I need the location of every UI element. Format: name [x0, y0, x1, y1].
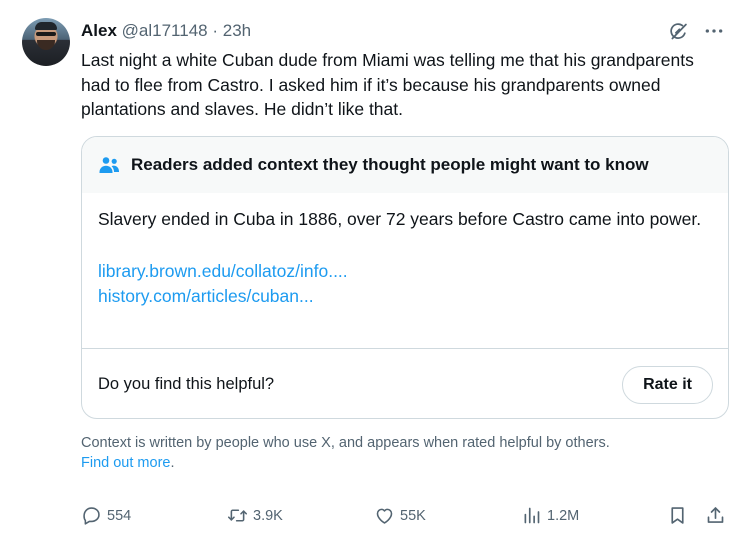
views-icon [524, 507, 540, 524]
context-text: Context is written by people who use X, … [81, 435, 610, 451]
avatar[interactable] [22, 18, 70, 66]
avatar-glasses [36, 32, 56, 36]
note-title: Readers added context they thought peopl… [131, 155, 649, 174]
avatar-cap [35, 22, 57, 30]
note-header: Readers added context they thought peopl… [82, 137, 728, 193]
note-body: Slavery ended in Cuba in 1886, over 72 y… [82, 193, 728, 309]
note-link-2[interactable]: history.com/articles/cuban... [98, 284, 712, 309]
people-icon [97, 153, 121, 177]
bookmark-icon [671, 507, 684, 524]
grok-icon[interactable] [667, 20, 689, 42]
helpful-question: Do you find this helpful? [98, 375, 275, 393]
repost-count: 3.9K [253, 507, 283, 524]
reply-icon [83, 507, 100, 525]
like-button[interactable]: 55K [374, 505, 426, 526]
view-count: 1.2M [547, 507, 580, 524]
tweet-top-actions [667, 20, 725, 42]
like-count: 55K [400, 507, 426, 524]
note-links: library.brown.edu/collatoz/info.... hist… [98, 259, 712, 309]
repost-icon [227, 509, 248, 522]
bookmark-button[interactable] [667, 505, 688, 526]
repost-button[interactable]: 3.9K [227, 505, 283, 526]
tweet-actions: 554 3.9K 55K 1.2M [81, 505, 731, 531]
note-footer: Do you find this helpful? Rate it [82, 348, 728, 418]
reply-button[interactable]: 554 [81, 505, 131, 526]
tweet-text: Last night a white Cuban dude from Miami… [81, 50, 694, 119]
share-icon [707, 507, 724, 523]
tweet-header: Alex @al171148 · 23h [81, 20, 251, 42]
share-button[interactable] [705, 505, 726, 526]
author-name[interactable]: Alex [81, 21, 117, 40]
timestamp[interactable]: 23h [223, 21, 251, 40]
avatar-beard [37, 40, 55, 50]
reply-count: 554 [107, 507, 132, 524]
community-note: Readers added context they thought peopl… [81, 136, 729, 419]
note-text: Slavery ended in Cuba in 1886, over 72 y… [98, 209, 702, 229]
context-period: . [170, 455, 175, 471]
context-disclaimer: Context is written by people who use X, … [81, 433, 721, 473]
heart-icon [376, 508, 393, 524]
rate-it-button[interactable]: Rate it [622, 365, 713, 404]
views-button[interactable]: 1.2M [521, 505, 579, 526]
more-icon[interactable] [703, 20, 725, 42]
note-link-1[interactable]: library.brown.edu/collatoz/info.... [98, 259, 712, 284]
find-out-more-link[interactable]: Find out more [81, 455, 170, 471]
author-handle[interactable]: @al171148 [122, 21, 208, 40]
separator-dot: · [212, 21, 219, 40]
